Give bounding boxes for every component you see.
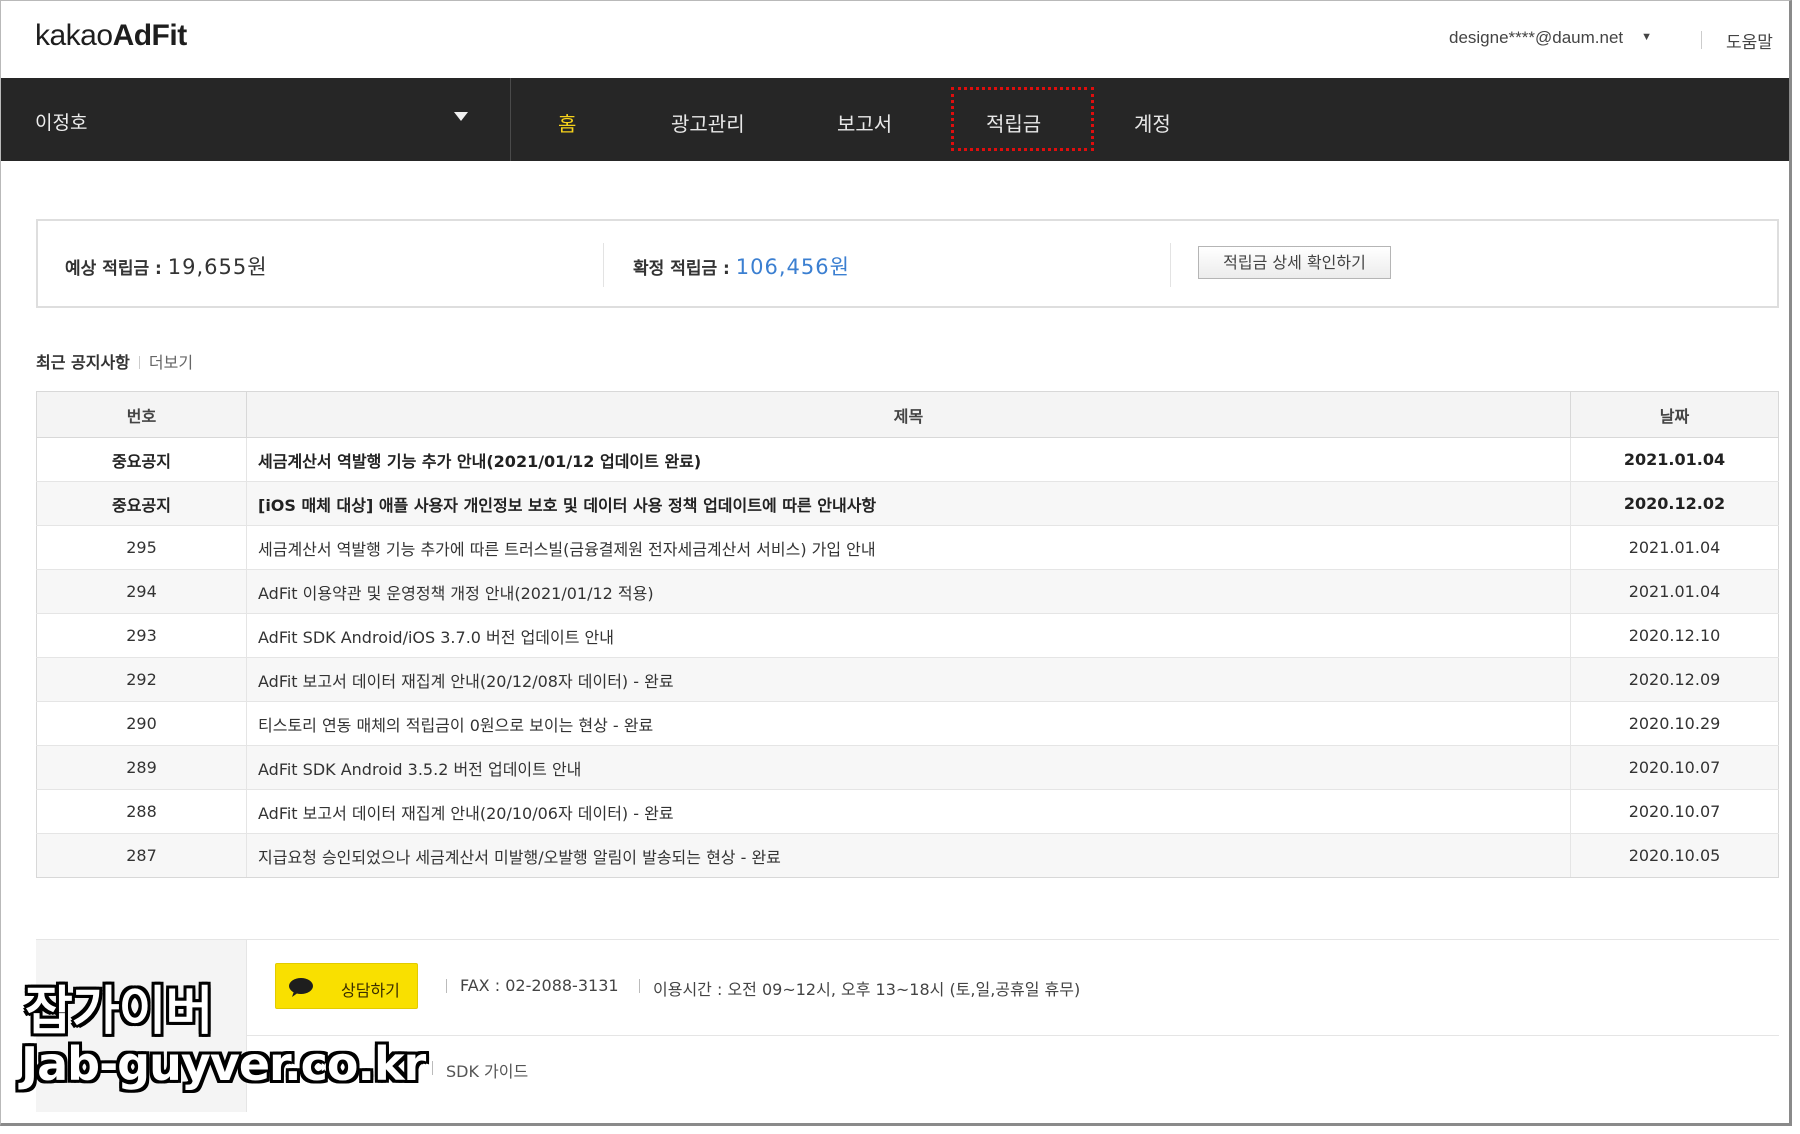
support-row-divider bbox=[246, 1035, 1779, 1036]
row-number: 288 bbox=[36, 789, 247, 834]
top-header: kakaoAdFit designe****@daum.net ▼ 도움말 bbox=[1, 1, 1789, 78]
account-email: designe****@daum.net bbox=[1449, 28, 1624, 47]
summary-divider bbox=[603, 243, 604, 287]
site-selector[interactable]: 이정호 bbox=[1, 78, 511, 161]
row-date: 2020.10.05 bbox=[1570, 833, 1779, 878]
row-number: 289 bbox=[36, 745, 247, 790]
confirmed-value: 106,456원 bbox=[735, 255, 850, 279]
table-row[interactable]: 295 세금계산서 역발행 기능 추가에 따른 트러스빌(금융결제원 전자세금계산… bbox=[36, 525, 1779, 570]
nav-ad-management[interactable]: 광고관리 bbox=[671, 108, 745, 137]
divider bbox=[432, 1061, 433, 1075]
divider bbox=[138, 356, 140, 369]
logo-suffix: AdFit bbox=[112, 19, 188, 52]
notices-more-link[interactable]: 더보기 bbox=[149, 353, 193, 372]
divider bbox=[446, 979, 447, 993]
row-title-link[interactable]: [iOS 매체 대상] 애플 사용자 개인정보 보호 및 데이터 사용 정책 업… bbox=[246, 481, 1571, 526]
fax-info: FAX : 02-2088-3131 bbox=[460, 976, 619, 995]
row-number: 중요공지 bbox=[36, 481, 247, 526]
row-title-link[interactable]: AdFit SDK Android 3.5.2 버전 업데이트 안내 bbox=[246, 745, 1571, 790]
expected-value: 19,655원 bbox=[167, 255, 268, 279]
row-date: 2020.10.07 bbox=[1570, 745, 1779, 790]
kakao-adfit-logo[interactable]: kakaoAdFit bbox=[35, 19, 187, 53]
speech-bubble-icon bbox=[289, 978, 313, 997]
watermark-line2: Jab-guyver.co.kr bbox=[21, 1037, 426, 1091]
expected-label: 예상 적립금 : bbox=[65, 259, 168, 279]
row-date: 2020.12.09 bbox=[1570, 657, 1779, 702]
nav-reports[interactable]: 보고서 bbox=[837, 108, 892, 137]
row-title-link[interactable]: 티스토리 연동 매체의 적립금이 0원으로 보이는 현상 - 완료 bbox=[246, 701, 1571, 746]
row-number: 294 bbox=[36, 569, 247, 614]
divider bbox=[639, 979, 640, 993]
table-row[interactable]: 중요공지 [iOS 매체 대상] 애플 사용자 개인정보 보호 및 데이터 사용 … bbox=[36, 481, 1779, 526]
hours-info: 이용시간 : 오전 09~12시, 오후 13~18시 (토,일,공휴일 휴무) bbox=[653, 980, 1081, 999]
expected-earnings: 예상 적립금 : 19,655원 bbox=[65, 251, 268, 281]
table-header-row: 번호 제목 날짜 bbox=[36, 391, 1779, 438]
notices-table: 번호 제목 날짜 중요공지 세금계산서 역발행 기능 추가 안내(2021/01/… bbox=[36, 391, 1779, 878]
row-number: 292 bbox=[36, 657, 247, 702]
table-row[interactable]: 중요공지 세금계산서 역발행 기능 추가 안내(2021/01/12 업데이트 완… bbox=[36, 437, 1779, 482]
row-title-link[interactable]: 지급요청 승인되었으나 세금계산서 미발행/오발행 알림이 발송되는 현상 - … bbox=[246, 833, 1571, 878]
row-title-link[interactable]: AdFit 보고서 데이터 재집계 안내(20/10/06자 데이터) - 완료 bbox=[246, 789, 1571, 834]
table-row[interactable]: 287 지급요청 승인되었으나 세금계산서 미발행/오발행 알림이 발송되는 현상… bbox=[36, 833, 1779, 878]
nav-home[interactable]: 홈 bbox=[558, 108, 576, 137]
row-number: 중요공지 bbox=[36, 437, 247, 482]
row-number: 287 bbox=[36, 833, 247, 878]
earnings-detail-button[interactable]: 적립금 상세 확인하기 bbox=[1198, 246, 1391, 279]
column-header-number: 번호 bbox=[36, 391, 247, 438]
table-row[interactable]: 290 티스토리 연동 매체의 적립금이 0원으로 보이는 현상 - 완료 2020… bbox=[36, 701, 1779, 746]
row-date: 2021.01.04 bbox=[1570, 525, 1779, 570]
row-number: 295 bbox=[36, 525, 247, 570]
table-row[interactable]: 292 AdFit 보고서 데이터 재집계 안내(20/12/08자 데이터) -… bbox=[36, 657, 1779, 702]
row-number: 290 bbox=[36, 701, 247, 746]
kakao-chat-button[interactable]: 상담하기 bbox=[275, 963, 418, 1009]
row-date: 2020.10.29 bbox=[1570, 701, 1779, 746]
confirmed-earnings: 확정 적립금 : 106,456원 bbox=[633, 251, 850, 281]
row-title-link[interactable]: 세금계산서 역발행 기능 추가 안내(2021/01/12 업데이트 완료) bbox=[246, 437, 1571, 482]
earnings-summary: 예상 적립금 : 19,655원 확정 적립금 : 106,456원 적립금 상… bbox=[36, 219, 1779, 308]
column-header-title: 제목 bbox=[246, 391, 1571, 438]
row-title-link[interactable]: 세금계산서 역발행 기능 추가에 따른 트러스빌(금융결제원 전자세금계산서 서… bbox=[246, 525, 1571, 570]
site-name: 이정호 bbox=[35, 112, 88, 134]
row-number: 293 bbox=[36, 613, 247, 658]
table-row[interactable]: 294 AdFit 이용약관 및 운영정책 개정 안내(2021/01/12 적용… bbox=[36, 569, 1779, 614]
logo-prefix: kakao bbox=[35, 19, 113, 52]
row-date: 2021.01.04 bbox=[1570, 569, 1779, 614]
account-menu[interactable]: designe****@daum.net ▼ bbox=[1449, 28, 1652, 48]
notices-header: 최근 공지사항 더보기 bbox=[36, 349, 193, 373]
row-date: 2020.12.10 bbox=[1570, 613, 1779, 658]
column-header-date: 날짜 bbox=[1570, 391, 1779, 438]
row-title-link[interactable]: AdFit 보고서 데이터 재집계 안내(20/12/08자 데이터) - 완료 bbox=[246, 657, 1571, 702]
earnings-highlight-annotation bbox=[951, 87, 1094, 151]
chat-button-label: 상담하기 bbox=[341, 981, 400, 1000]
app-window: kakaoAdFit designe****@daum.net ▼ 도움말 이정호… bbox=[0, 0, 1792, 1126]
confirmed-label: 확정 적립금 : bbox=[633, 259, 736, 279]
main-nav: 이정호 홈 광고관리 보고서 적립금 계정 bbox=[1, 78, 1789, 161]
sdk-guide-link[interactable]: SDK 가이드 bbox=[446, 1058, 528, 1082]
summary-divider bbox=[1170, 243, 1171, 287]
watermark-line1: 잡가이버 bbox=[25, 982, 213, 1042]
notices-title: 최근 공지사항 bbox=[36, 353, 130, 372]
table-row[interactable]: 288 AdFit 보고서 데이터 재집계 안내(20/10/06자 데이터) -… bbox=[36, 789, 1779, 834]
table-row[interactable]: 289 AdFit SDK Android 3.5.2 버전 업데이트 안내 202… bbox=[36, 745, 1779, 790]
caret-down-icon: ▼ bbox=[1641, 31, 1653, 43]
help-link[interactable]: 도움말 bbox=[1726, 28, 1773, 53]
nav-account[interactable]: 계정 bbox=[1134, 108, 1171, 137]
dropdown-arrow-icon bbox=[454, 112, 468, 121]
header-divider bbox=[1701, 31, 1702, 49]
table-row[interactable]: 293 AdFit SDK Android/iOS 3.7.0 버전 업데이트 안… bbox=[36, 613, 1779, 658]
row-title-link[interactable]: AdFit 이용약관 및 운영정책 개정 안내(2021/01/12 적용) bbox=[246, 569, 1571, 614]
row-date: 2020.12.02 bbox=[1570, 481, 1779, 526]
row-date: 2020.10.07 bbox=[1570, 789, 1779, 834]
row-title-link[interactable]: AdFit SDK Android/iOS 3.7.0 버전 업데이트 안내 bbox=[246, 613, 1571, 658]
row-date: 2021.01.04 bbox=[1570, 437, 1779, 482]
